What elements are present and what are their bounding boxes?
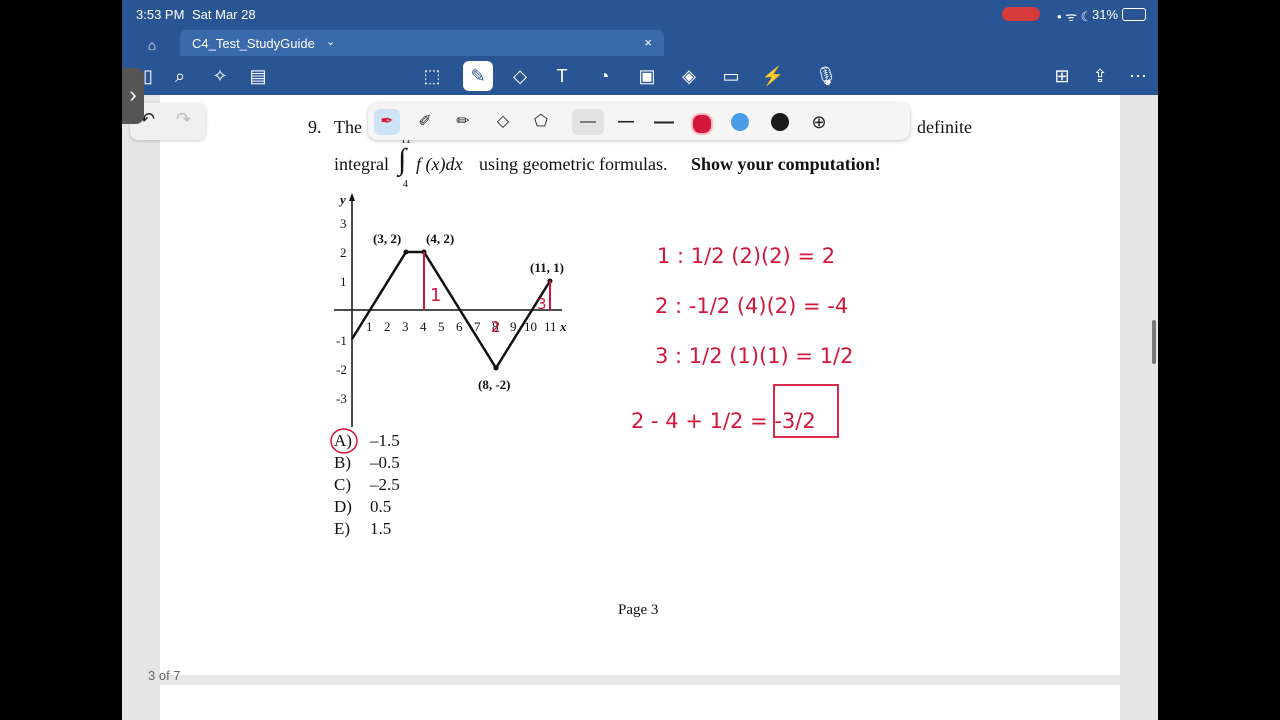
y-tick-neg3: -3 bbox=[336, 391, 347, 406]
choice-c-letter[interactable]: C) bbox=[334, 475, 351, 495]
x-axis-label: x bbox=[559, 319, 567, 334]
thin-stroke-option[interactable]: — bbox=[572, 109, 604, 135]
note-icon[interactable]: ▭ bbox=[719, 64, 743, 88]
scrollbar-thumb[interactable] bbox=[1152, 320, 1156, 364]
eraser-icon[interactable]: ◇ bbox=[508, 64, 532, 88]
battery-icon bbox=[1122, 8, 1146, 21]
ink-region-3: 3 bbox=[537, 295, 547, 313]
document-tab[interactable]: C4_Test_StudyGuide ⌄ × bbox=[180, 30, 664, 56]
document-page[interactable]: 9. The definite integral 11 ∫ 4 f (x)dx … bbox=[160, 95, 1120, 675]
more-icon[interactable]: ⋯ bbox=[1126, 64, 1150, 88]
point-label-3-2: (3, 2) bbox=[373, 231, 401, 246]
pencil-icon[interactable]: ✏ bbox=[450, 109, 476, 135]
graph-and-annotations: y x 1 2 3 4 5 6 7 8 9 10 11 3 2 1 -1 -2 bbox=[330, 192, 854, 454]
choice-a-letter[interactable]: A) bbox=[334, 431, 352, 451]
choice-c-value: –2.5 bbox=[370, 475, 400, 494]
highlighter-icon[interactable]: ✐ bbox=[412, 109, 438, 135]
eraser-tool-icon[interactable]: ◇ bbox=[490, 109, 516, 135]
point-label-11-1: (11, 1) bbox=[530, 260, 564, 275]
x-tick-9: 9 bbox=[510, 319, 517, 334]
document-icon[interactable]: ▤ bbox=[246, 64, 270, 88]
select-icon[interactable]: ⬚ bbox=[420, 64, 444, 88]
laser-icon[interactable]: ⚡ bbox=[761, 64, 785, 88]
x-tick-5: 5 bbox=[438, 319, 445, 334]
add-color-icon[interactable]: ⊕ bbox=[806, 109, 832, 135]
point-label-4-2: (4, 2) bbox=[426, 231, 454, 246]
ink-work-line3: 3 : 1/2 (1)(1) = 1/2 bbox=[655, 344, 854, 368]
y-axis-arrow bbox=[349, 193, 355, 201]
choice-a-value: –1.5 bbox=[370, 431, 400, 450]
wifi-icon: • ᯤ ☾ bbox=[1057, 9, 1093, 24]
choice-d-letter[interactable]: D) bbox=[334, 497, 352, 517]
ai-sparkle-icon[interactable]: ✧ bbox=[208, 64, 232, 88]
status-time: 3:53 PM bbox=[136, 7, 185, 22]
ink-region-2: 2 bbox=[491, 318, 501, 336]
search-icon[interactable]: ⌕ bbox=[168, 64, 192, 88]
x-tick-3: 3 bbox=[402, 319, 409, 334]
next-page[interactable] bbox=[160, 685, 1120, 720]
choice-e-value: 1.5 bbox=[370, 519, 392, 538]
black-color-swatch[interactable] bbox=[771, 113, 789, 131]
y-tick-neg2: -2 bbox=[336, 362, 347, 377]
page-indicator: 3 of 7 bbox=[148, 668, 181, 683]
pen-icon[interactable]: ✎ bbox=[463, 61, 493, 91]
red-color-swatch[interactable] bbox=[691, 113, 713, 135]
ink-work-line2: 2 : -1/2 (4)(2) = -4 bbox=[655, 294, 848, 318]
x-tick-labels: 1 2 3 4 5 6 7 8 9 10 11 bbox=[366, 319, 557, 334]
y-tick-1: 1 bbox=[340, 274, 347, 289]
x-tick-7: 7 bbox=[474, 319, 481, 334]
x-tick-11: 11 bbox=[544, 319, 557, 334]
x-tick-6: 6 bbox=[456, 319, 463, 334]
x-tick-1: 1 bbox=[366, 319, 373, 334]
y-tick-neg1: -1 bbox=[336, 333, 347, 348]
chevron-down-icon[interactable]: ⌄ bbox=[326, 35, 335, 48]
ink-work-line1: 1 : 1/2 (2)(2) = 2 bbox=[657, 244, 835, 268]
text-box-icon[interactable]: T bbox=[550, 64, 574, 88]
image-icon[interactable]: ▣ bbox=[635, 64, 659, 88]
y-tick-labels: 3 2 1 -1 -2 -3 bbox=[336, 216, 347, 406]
recording-indicator[interactable] bbox=[1002, 7, 1040, 21]
pen-toolbar: ✒ ✐ ✏ ◇ ⬠ — — — ⊕ bbox=[368, 103, 910, 140]
choice-e-letter[interactable]: E) bbox=[334, 519, 350, 539]
lasso-icon[interactable]: ⬠ bbox=[528, 109, 554, 135]
tab-title: C4_Test_StudyGuide bbox=[192, 36, 315, 51]
choice-b-value: –0.5 bbox=[370, 453, 400, 472]
ink-region-1: 1 bbox=[430, 285, 441, 306]
point-8-neg2 bbox=[493, 365, 499, 371]
stamp-icon[interactable]: ◔ bbox=[592, 64, 616, 88]
battery-level: 31% bbox=[1092, 7, 1119, 22]
status-date: Sat Mar 28 bbox=[192, 7, 256, 22]
sidebar-handle[interactable]: › bbox=[122, 68, 144, 124]
blue-color-swatch[interactable] bbox=[731, 113, 749, 131]
fountain-pen-icon[interactable]: ✒ bbox=[374, 109, 400, 135]
x-tick-2: 2 bbox=[384, 319, 391, 334]
home-icon[interactable]: ⌂ bbox=[140, 33, 164, 57]
redo-icon[interactable]: ↷ bbox=[176, 109, 191, 130]
add-page-icon[interactable]: ⊞ bbox=[1050, 64, 1074, 88]
y-tick-3: 3 bbox=[340, 216, 347, 231]
x-tick-4: 4 bbox=[420, 319, 427, 334]
shapes-icon[interactable]: ◈ bbox=[677, 64, 701, 88]
thick-stroke-option[interactable]: — bbox=[651, 109, 677, 135]
ink-work-line4: 2 - 4 + 1/2 = -3/2 bbox=[631, 409, 816, 433]
choice-d-value: 0.5 bbox=[370, 497, 392, 516]
y-axis-label: y bbox=[338, 192, 346, 207]
point-3-2 bbox=[403, 249, 409, 255]
medium-stroke-option[interactable]: — bbox=[613, 109, 639, 135]
microphone-icon[interactable]: 🎙 bbox=[814, 64, 838, 88]
app-window: 3:53 PM Sat Mar 28 • ᯤ ☾ 31% ⌂ C4_Test_S… bbox=[122, 0, 1158, 720]
top-toolbar: 3:53 PM Sat Mar 28 • ᯤ ☾ 31% ⌂ C4_Test_S… bbox=[122, 0, 1158, 95]
point-label-8-neg2: (8, -2) bbox=[478, 377, 511, 392]
close-icon[interactable]: × bbox=[644, 35, 652, 50]
page-footer: Page 3 bbox=[618, 602, 659, 618]
share-icon[interactable]: ⇪ bbox=[1088, 64, 1112, 88]
choice-b-letter[interactable]: B) bbox=[334, 453, 351, 473]
y-tick-2: 2 bbox=[340, 245, 347, 260]
